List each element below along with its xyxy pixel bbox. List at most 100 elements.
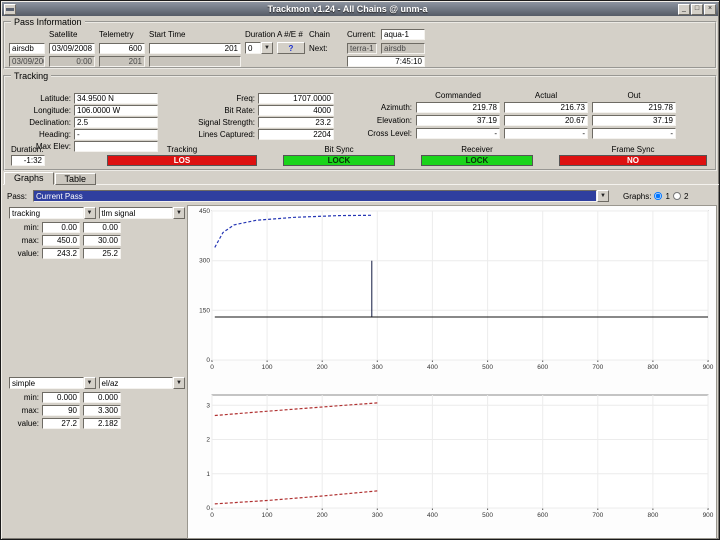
header-commanded: Commanded: [435, 91, 481, 100]
chevron-down-icon[interactable]: ▼: [597, 190, 610, 202]
duration-countdown-field: -1:32: [11, 155, 45, 166]
latitude-label: Latitude:: [40, 94, 71, 103]
bottom-chart: 0 100 200 300 400 500 600 700 800 900 0 1 2 3: [188, 390, 716, 520]
current-aos-field[interactable]: 201: [149, 42, 241, 54]
header-actual: Actual: [534, 91, 558, 100]
header-satellite: Satellite: [49, 30, 78, 39]
close-button[interactable]: ×: [704, 3, 716, 15]
svg-text:900: 900: [703, 512, 714, 519]
top-graph-source1-value: tracking: [9, 207, 84, 219]
tracking-status: Tracking LOS: [107, 145, 257, 166]
header-out: Out: [627, 91, 641, 100]
graphs-label: Graphs:: [623, 191, 652, 201]
svg-text:300: 300: [372, 364, 383, 371]
header-chain: Chain: [309, 30, 330, 39]
top-max-label: max:: [21, 236, 39, 245]
top-min-field-1[interactable]: 0.00: [42, 222, 80, 233]
current-row-label: Current:: [347, 30, 376, 39]
receiver-status: Receiver LOCK: [421, 145, 533, 166]
current-start-time-field[interactable]: 03/09/2008 04:20: [49, 42, 95, 54]
svg-text:700: 700: [592, 364, 603, 371]
help-button[interactable]: ?: [277, 42, 305, 54]
bottom-max-field-1[interactable]: 90: [42, 405, 80, 416]
bottom-graph-source1-select[interactable]: simple ▼: [9, 377, 96, 389]
cross-level-commanded: -: [416, 128, 500, 139]
tracking-position-column: Latitude: 34.9500 N Longitude: 106.0000 W …: [9, 92, 158, 153]
freq-field: 1707.0000: [258, 93, 334, 104]
maximize-button[interactable]: □: [691, 3, 703, 15]
bottom-value-field-1: 27.2: [42, 418, 80, 429]
next-aos-field: 201: [99, 56, 145, 67]
svg-text:700: 700: [592, 512, 603, 519]
elevation-commanded: 37.19: [416, 115, 500, 126]
next-satellite-field: terra-1: [347, 42, 377, 54]
pass-select-value: Current Pass: [33, 190, 598, 202]
longitude-field[interactable]: 106.0000 W: [74, 105, 158, 116]
top-graph-source2-select[interactable]: tlm signal ▼: [98, 207, 185, 219]
top-value-field-2: 25.2: [83, 248, 121, 259]
graphs-tab-panel: Pass: Current Pass ▼ Graphs: 1 2 trackin…: [3, 184, 719, 539]
current-telemetry-field[interactable]: airsdb: [9, 42, 45, 54]
tracking-status-indicator: LOS: [107, 155, 257, 166]
frame-sync-status: Frame Sync NO: [559, 145, 707, 166]
tab-graphs[interactable]: Graphs: [4, 172, 54, 185]
chart-panel: 0 100 200 300 400 500 600 700 800 900 0 150 300 450 0…: [187, 205, 717, 539]
chevron-down-icon[interactable]: ▼: [261, 42, 273, 54]
current-chain-value: 0: [245, 42, 261, 54]
svg-text:300: 300: [199, 258, 210, 265]
cross-level-out: -: [592, 128, 676, 139]
top-max-field-2[interactable]: 30.00: [83, 235, 121, 246]
bottom-min-field-2[interactable]: 0.000: [83, 392, 121, 403]
minimize-button[interactable]: _: [678, 3, 690, 15]
svg-text:800: 800: [647, 512, 658, 519]
svg-text:150: 150: [199, 307, 210, 314]
svg-text:450: 450: [199, 208, 210, 215]
next-duration-field: 0:00: [49, 56, 95, 67]
chevron-down-icon[interactable]: ▼: [173, 207, 185, 219]
top-graph-source1-select[interactable]: tracking ▼: [9, 207, 96, 219]
window-menu-icon[interactable]: [4, 3, 16, 15]
header-duration: Duration: [245, 30, 276, 39]
tab-table[interactable]: Table: [54, 173, 97, 185]
svg-text:600: 600: [537, 512, 548, 519]
bottom-max-field-2[interactable]: 3.300: [83, 405, 121, 416]
receiver-status-indicator: LOCK: [421, 155, 533, 166]
declination-field[interactable]: 2.5: [74, 117, 158, 128]
lines-captured-field: 2204: [258, 129, 334, 140]
pass-select[interactable]: Current Pass ▼: [33, 190, 610, 202]
svg-text:200: 200: [317, 364, 328, 371]
current-duration-field[interactable]: 600: [99, 42, 145, 54]
chevron-down-icon[interactable]: ▼: [83, 377, 96, 389]
pass-selector-bar: Pass: Current Pass ▼ Graphs: 1 2: [7, 190, 715, 202]
graphs-2-radio[interactable]: [672, 192, 681, 200]
current-chain-select[interactable]: 0 ▼: [245, 42, 273, 54]
receiver-status-label: Receiver: [461, 145, 493, 154]
svg-text:500: 500: [482, 364, 493, 371]
bottom-graph-controls: simple ▼ el/az ▼ min: 0.000 0.000 max: 9…: [9, 377, 185, 431]
longitude-label: Longitude:: [33, 106, 71, 115]
bottom-graph-source2-select[interactable]: el/az ▼: [98, 377, 185, 389]
bottom-graph-source2-value: el/az: [98, 377, 173, 389]
svg-text:100: 100: [262, 364, 273, 371]
bottom-min-field-1[interactable]: 0.000: [42, 392, 80, 403]
graphs-1-label: 1: [665, 191, 670, 201]
lines-captured-label: Lines Captured:: [198, 130, 255, 139]
graphs-1-radio[interactable]: [654, 192, 663, 200]
next-chain-field: [149, 56, 241, 67]
next-pass-countdown-field: 7:45:10: [347, 56, 425, 67]
chevron-down-icon[interactable]: ▼: [83, 207, 96, 219]
pass-information-grid: Satellite Telemetry Start Time Duration …: [9, 29, 711, 67]
titlebar: Trackmon v1.24 - All Chains @ unm-a _ □ …: [2, 2, 718, 16]
top-max-field-1[interactable]: 450.0: [42, 235, 80, 246]
latitude-field[interactable]: 34.9500 N: [74, 93, 158, 104]
top-min-field-2[interactable]: 0.00: [83, 222, 121, 233]
current-satellite-field[interactable]: aqua-1: [381, 29, 425, 40]
top-value-label: value:: [17, 249, 39, 258]
window-title: Trackmon v1.24 - All Chains @ unm-a: [267, 4, 428, 14]
azimuth-row-label: Azimuth:: [380, 103, 412, 112]
frame-sync-status-indicator: NO: [559, 155, 707, 166]
duration-label: Duration:: [11, 145, 44, 154]
heading-field: -: [74, 129, 158, 140]
chevron-down-icon[interactable]: ▼: [173, 377, 185, 389]
svg-text:600: 600: [537, 364, 548, 371]
